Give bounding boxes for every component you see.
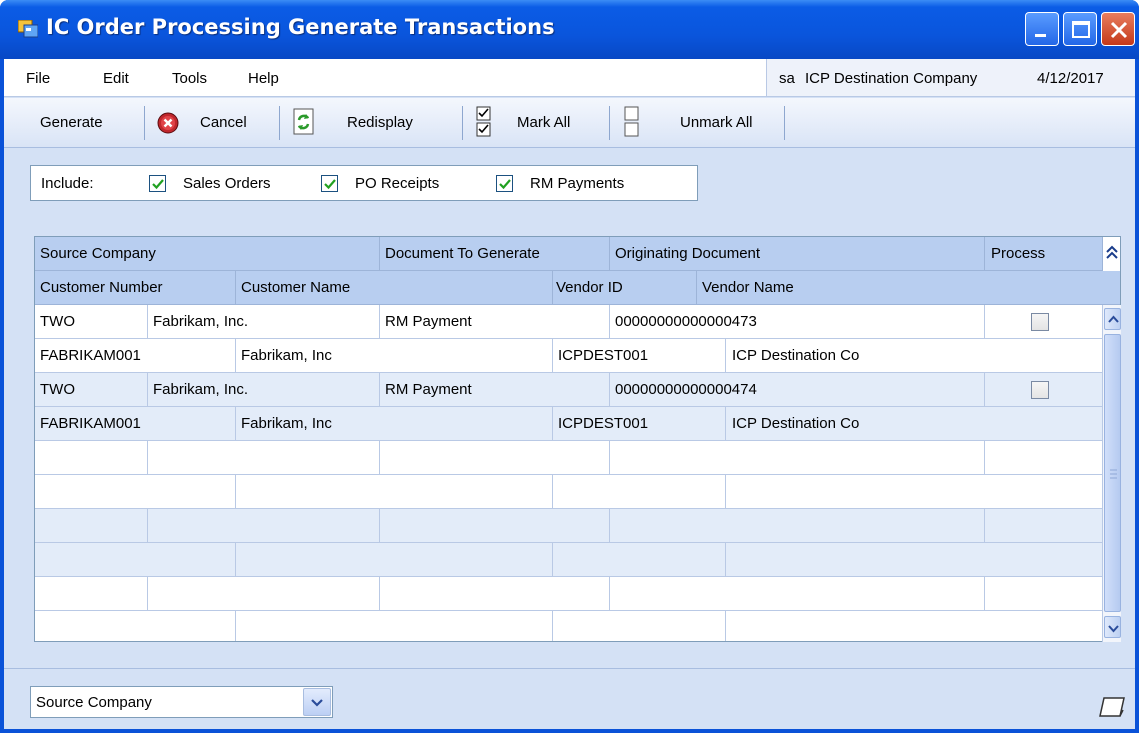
transactions-grid: Source Company Document To Generate Orig… (34, 236, 1121, 642)
redisplay-button[interactable]: Redisplay (347, 114, 413, 131)
user-info: sa ICP Destination Company 4/12/2017 (766, 59, 1135, 97)
table-row[interactable]: FABRIKAM001 Fabrikam, Inc ICPDEST001 ICP… (35, 407, 1102, 441)
menu-tools[interactable]: Tools (172, 70, 207, 87)
header-customer-number[interactable]: Customer Number (40, 279, 163, 296)
mark-all-icon (476, 106, 491, 137)
cancel-icon (157, 112, 179, 134)
cell-document-to-generate: RM Payment (385, 313, 472, 330)
table-row[interactable]: TWO Fabrikam, Inc. RM Payment 0000000000… (35, 373, 1102, 407)
toolbar-separator (462, 106, 463, 140)
cell-vendor-id: ICPDEST001 (558, 415, 649, 432)
sales-orders-checkbox[interactable] (149, 175, 166, 192)
cell-document-to-generate: RM Payment (385, 381, 472, 398)
header-vendor-name[interactable]: Vendor Name (702, 279, 794, 296)
table-row[interactable]: FABRIKAM001 Fabrikam, Inc ICPDEST001 ICP… (35, 339, 1102, 373)
cell-originating-document: 00000000000000473 (615, 313, 757, 330)
process-checkbox[interactable] (1031, 313, 1049, 331)
sales-orders-label: Sales Orders (183, 175, 271, 192)
chevron-down-icon (311, 699, 323, 707)
grid-header-row-1: Source Company Document To Generate Orig… (35, 237, 1120, 271)
chevron-up-icon (1108, 315, 1119, 323)
collapse-rows-button[interactable] (1102, 237, 1120, 271)
cell-customer-number: FABRIKAM001 (40, 347, 141, 364)
close-icon (1110, 21, 1128, 39)
cell-company-name: Fabrikam, Inc. (153, 313, 249, 330)
sort-by-value: Source Company (36, 694, 152, 711)
title-bar[interactable]: IC Order Processing Generate Transaction… (0, 0, 1139, 59)
rm-payments-label: RM Payments (530, 175, 625, 192)
include-label: Include: (41, 175, 94, 192)
cell-vendor-name: ICP Destination Co (732, 347, 860, 364)
cell-vendor-name: ICP Destination Co (732, 415, 860, 432)
header-customer-name[interactable]: Customer Name (241, 279, 350, 296)
minimize-icon (1035, 34, 1046, 37)
generate-button[interactable]: Generate (40, 114, 103, 131)
cancel-button[interactable]: Cancel (200, 114, 247, 131)
header-process[interactable]: Process (991, 245, 1045, 262)
double-chevron-up-icon (1106, 245, 1118, 259)
scroll-thumb[interactable] (1104, 334, 1121, 612)
cell-customer-name: Fabrikam, Inc (241, 415, 332, 432)
bottom-divider (4, 668, 1135, 669)
cell-source-company: TWO (40, 313, 75, 330)
grid-header-row-2: Customer Number Customer Name Vendor ID … (35, 271, 1120, 305)
close-button[interactable] (1101, 12, 1135, 46)
toolbar-separator (609, 106, 610, 140)
empty-row[interactable] (35, 577, 1102, 611)
cell-originating-document: 00000000000000474 (615, 381, 757, 398)
app-icon (18, 20, 38, 38)
menu-edit[interactable]: Edit (103, 70, 129, 87)
cell-vendor-id: ICPDEST001 (558, 347, 649, 364)
checkmark-icon (499, 179, 511, 190)
checkmark-icon (152, 179, 164, 190)
cell-customer-name: Fabrikam, Inc (241, 347, 332, 364)
cell-company-name: Fabrikam, Inc. (153, 381, 249, 398)
table-row[interactable]: TWO Fabrikam, Inc. RM Payment 0000000000… (35, 305, 1102, 339)
menu-help[interactable]: Help (248, 70, 279, 87)
include-filter-group: Include: Sales Orders PO Receipts RM Pay… (30, 165, 698, 201)
grip-icon (1110, 469, 1117, 479)
menu-file[interactable]: File (26, 70, 50, 87)
header-vendor-id[interactable]: Vendor ID (556, 279, 623, 296)
empty-row[interactable] (35, 441, 1102, 475)
empty-row[interactable] (35, 611, 1102, 641)
window-title: IC Order Processing Generate Transaction… (46, 15, 555, 39)
checkmark-icon (324, 179, 336, 190)
user-id: sa (779, 70, 795, 87)
toolbar-separator (144, 106, 145, 140)
rm-payments-checkbox[interactable] (496, 175, 513, 192)
po-receipts-checkbox[interactable] (321, 175, 338, 192)
maximize-icon (1072, 21, 1090, 38)
header-document-to-generate[interactable]: Document To Generate (385, 245, 540, 262)
scroll-up-button[interactable] (1104, 308, 1121, 330)
unmark-all-icon (624, 106, 639, 137)
company-name: ICP Destination Company (805, 70, 978, 87)
unmark-all-button[interactable]: Unmark All (680, 114, 753, 131)
minimize-button[interactable] (1025, 12, 1059, 46)
toolbar-separator (784, 106, 785, 140)
maximize-button[interactable] (1063, 12, 1097, 46)
empty-row[interactable] (35, 475, 1102, 509)
cell-customer-number: FABRIKAM001 (40, 415, 141, 432)
header-originating-document[interactable]: Originating Document (615, 245, 760, 262)
po-receipts-label: PO Receipts (355, 175, 440, 192)
empty-row[interactable] (35, 543, 1102, 577)
window: IC Order Processing Generate Transaction… (0, 0, 1139, 733)
process-checkbox[interactable] (1031, 381, 1049, 399)
scroll-down-button[interactable] (1104, 616, 1121, 638)
toolbar: Generate Cancel Redisplay Mark All Unmar… (4, 98, 1135, 148)
user-date: 4/12/2017 (1037, 70, 1104, 87)
sort-by-select[interactable]: Source Company (30, 686, 333, 718)
note-icon[interactable] (1098, 694, 1128, 720)
chevron-down-icon (1108, 625, 1119, 633)
sort-dropdown-button[interactable] (303, 688, 331, 716)
vertical-scrollbar[interactable] (1102, 305, 1121, 642)
cell-source-company: TWO (40, 381, 75, 398)
header-source-company[interactable]: Source Company (40, 245, 156, 262)
redisplay-icon (293, 108, 314, 135)
toolbar-separator (279, 106, 280, 140)
empty-row[interactable] (35, 509, 1102, 543)
mark-all-button[interactable]: Mark All (517, 114, 570, 131)
